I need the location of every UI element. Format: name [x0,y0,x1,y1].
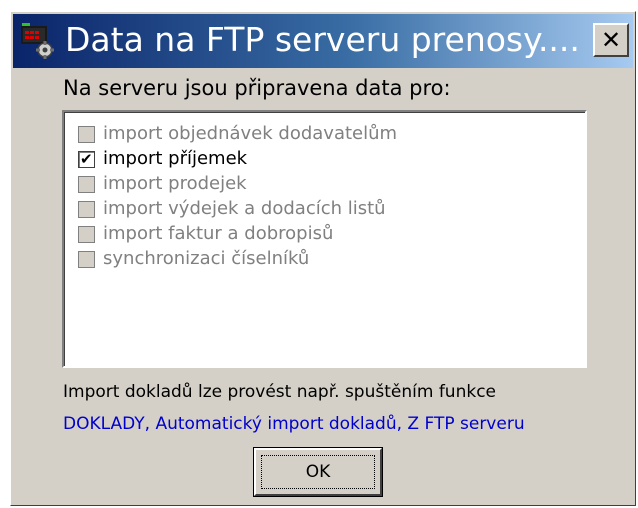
data-listbox[interactable]: import objednávek dodavatelům ✔ import p… [62,110,587,368]
list-item-label: synchronizaci číselníků [103,248,310,269]
info-function-path: DOKLADY, Automatický import dokladů, Z F… [63,414,525,434]
checkbox[interactable] [78,175,95,193]
checkmark-icon: ✔ [80,149,93,168]
checkbox[interactable] [78,125,95,143]
dialog-window: Data na FTP serveru prenosy.... ✕ Na ser… [10,11,636,506]
checkbox[interactable]: ✔ [78,149,95,168]
list-item[interactable]: import výdejek a dodacích listů [78,197,386,221]
list-item[interactable]: import faktur a dobropisů [78,222,333,246]
checkbox[interactable] [78,200,95,218]
list-item-label: import objednávek dodavatelům [103,123,398,144]
ok-button-label: OK [305,462,331,482]
title-bar[interactable]: Data na FTP serveru prenosy.... ✕ [13,14,633,68]
close-icon: ✕ [600,26,622,54]
checkbox[interactable] [78,225,95,243]
list-item-label: import prodejek [103,173,247,194]
list-item-label: import faktur a dobropisů [103,223,334,244]
ok-button[interactable]: OK [254,448,382,496]
info-text: Import dokladů lze provést např. spuštěn… [63,382,497,402]
list-item[interactable]: import objednávek dodavatelům [78,122,397,146]
list-item-label: import příjemek [103,148,248,169]
list-item[interactable]: import prodejek [78,172,247,196]
close-button[interactable]: ✕ [593,23,629,57]
list-item[interactable]: synchronizaci číselníků [78,247,309,271]
list-item-label: import výdejek a dodacích listů [103,198,386,219]
window-title: Data na FTP serveru prenosy.... [65,20,580,59]
header-label: Na serveru jsou připravena data pro: [63,76,451,100]
list-item[interactable]: ✔ import příjemek [78,147,247,171]
app-icon [21,23,54,59]
checkbox[interactable] [78,250,95,268]
